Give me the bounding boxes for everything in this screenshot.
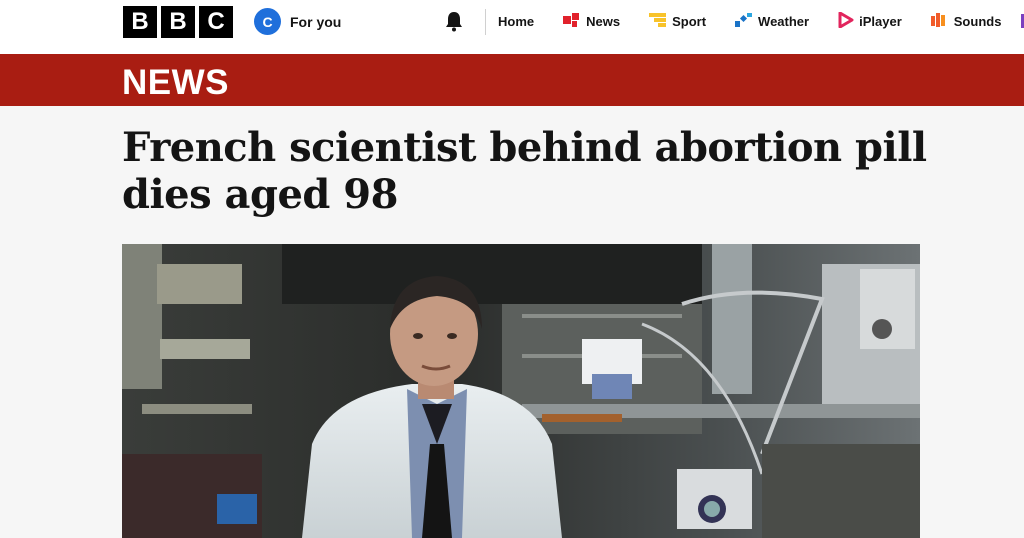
notifications-bell-icon[interactable] [443,10,465,32]
nav-weather[interactable]: Weather [735,12,810,30]
logo-letter: B [161,6,195,38]
main-nav: Home News Sport Weather iPlayer Sounds [498,0,1024,42]
account-label: For you [290,13,342,30]
account-avatar: C [254,8,281,35]
nav-divider [485,9,486,35]
logo-letter: B [123,6,157,38]
nav-label: Home [498,13,535,29]
nav-iplayer[interactable]: iPlayer [838,11,902,31]
news-section-banner: NEWS [0,54,1024,106]
sport-icon [649,12,667,30]
nav-label: Weather [758,13,810,29]
section-title[interactable]: NEWS [122,63,229,103]
bbc-logo[interactable]: B B C [123,6,233,38]
account-link[interactable]: C For you [254,8,341,35]
nav-sport[interactable]: Sport [649,12,707,30]
top-navigation-bar: B B C C For you Home News Sport Weather … [0,0,1024,54]
iplayer-icon [838,11,854,31]
logo-letter: C [199,6,233,38]
nav-label: News [586,13,621,29]
sounds-icon [930,12,949,30]
nav-label: iPlayer [859,13,902,29]
nav-label: Sounds [953,13,1002,29]
nav-news[interactable]: News [563,12,621,30]
weather-icon [735,12,753,30]
news-icon [563,12,581,30]
nav-home[interactable]: Home [498,14,534,29]
nav-sounds[interactable]: Sounds [930,12,1002,30]
article-hero-image [122,244,920,538]
article-headline: French scientist behind abortion pill di… [122,124,927,218]
nav-label: Sport [672,13,707,29]
